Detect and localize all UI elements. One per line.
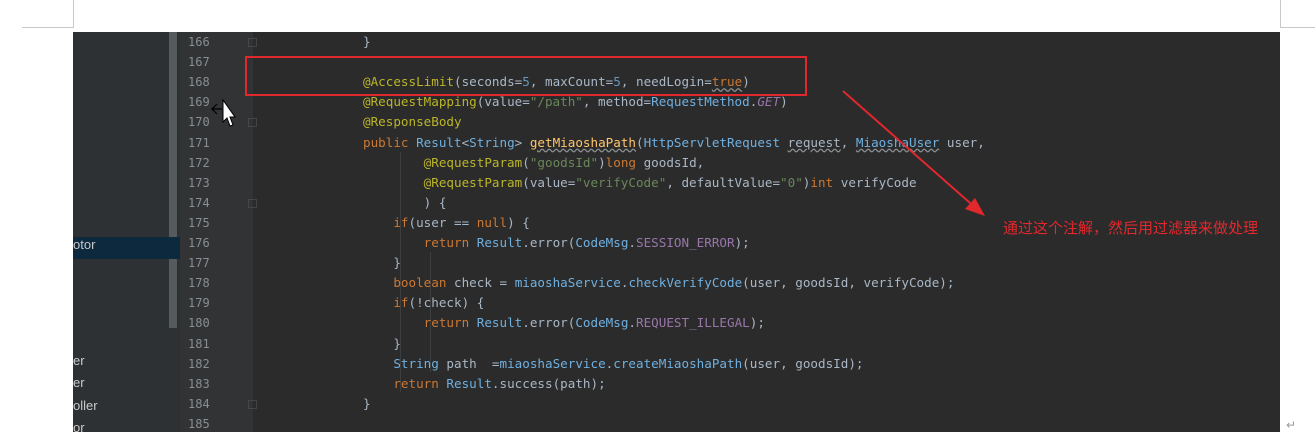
annotation-note: 通过这个注解，然后用过滤器来做处理 <box>1003 219 1259 237</box>
mouse-cursor-icon <box>211 98 236 127</box>
paragraph-mark: ↵ <box>1286 418 1297 432</box>
